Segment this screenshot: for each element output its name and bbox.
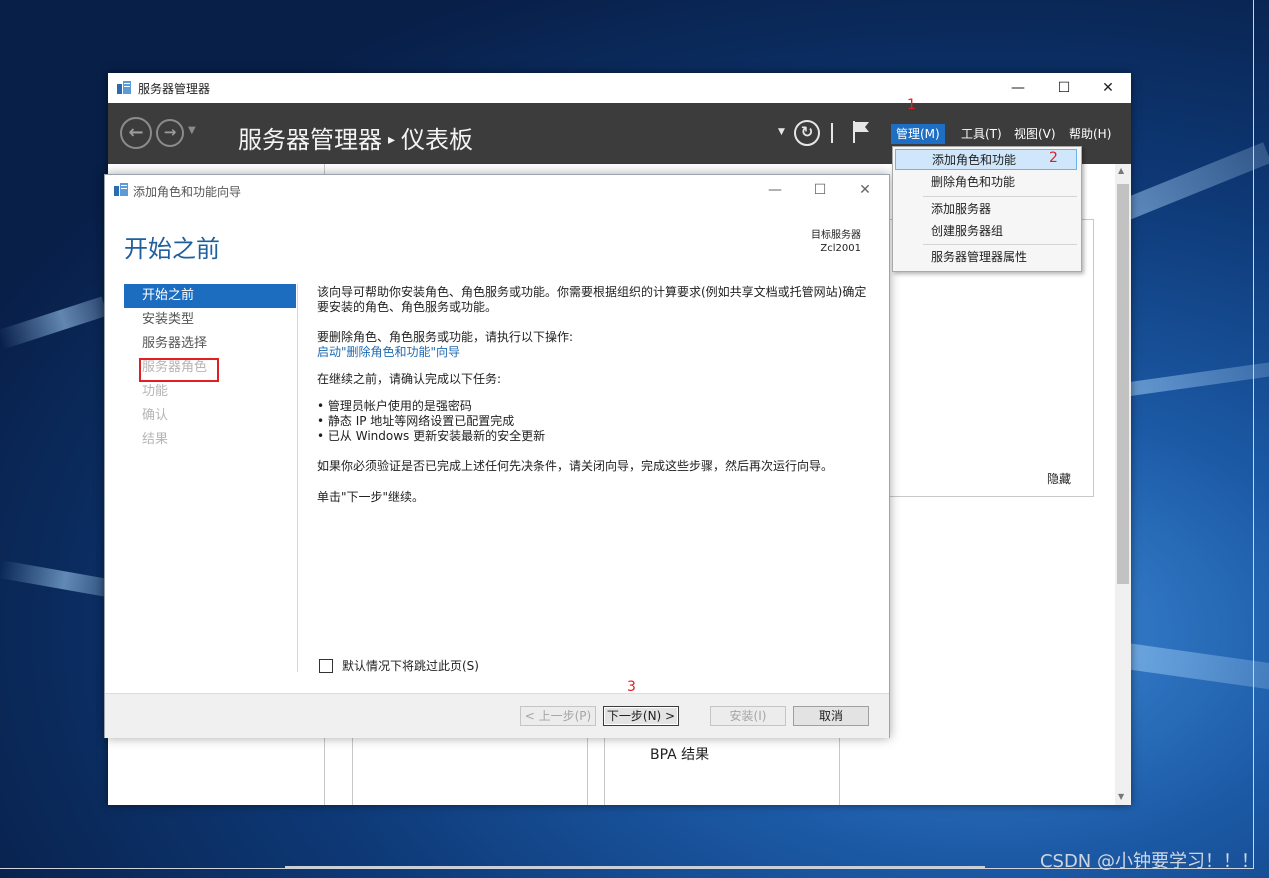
install-button[interactable]: 安装(I) [710,706,786,726]
server-manager-icon [117,81,131,94]
add-roles-wizard: 添加角色和功能向导 — ☐ ✕ 开始之前 目标服务器 Zcl2001 开始之前 … [104,174,890,738]
remove-instruction: 要删除角色、角色服务或功能，请执行以下操作: [317,330,872,345]
wizard-icon [114,183,128,196]
continue-instruction: 单击"下一步"继续。 [317,490,872,505]
list-item: • 静态 IP 地址等网络设置已配置完成 [317,414,872,429]
wizard-maximize-button[interactable]: ☐ [797,175,843,205]
dropdown-icon[interactable]: ▼ [778,127,785,137]
next-button[interactable]: 下一步(N) > [603,706,679,726]
flag-icon[interactable] [852,120,870,144]
breadcrumb-current: 仪表板 [401,126,473,154]
menu-item-properties[interactable]: 服务器管理器属性 [895,247,1077,268]
menu-view[interactable]: 视图(V) [1009,124,1061,144]
close-button[interactable]: ✕ [1085,73,1131,103]
window-title: 服务器管理器 [138,80,210,97]
taskbar-edge [285,866,985,868]
scrollbar-thumb[interactable] [1117,184,1129,584]
title-bar: 服务器管理器 — ☐ ✕ [108,73,1131,103]
intro-paragraph: 该向导可帮助你安装角色、角色服务或功能。你需要根据组织的计算要求(例如共享文档或… [317,285,872,315]
menu-item-add-servers[interactable]: 添加服务器 [895,199,1077,220]
menu-item-remove-roles[interactable]: 删除角色和功能 [895,172,1077,193]
nav-installation-type[interactable]: 安装类型 [124,308,296,332]
prerequisites-heading: 在继续之前，请确认完成以下任务: [317,372,872,387]
scroll-down-icon[interactable]: ▼ [1118,792,1124,801]
wizard-footer: < 上一步(P) 下一步(N) > 安装(I) 取消 [105,693,889,738]
nav-confirmation: 确认 [124,404,296,428]
menu-manage[interactable]: 管理(M) [891,124,945,144]
menu-tools[interactable]: 工具(T) [956,124,1007,144]
wizard-title: 添加角色和功能向导 [133,183,241,200]
wizard-minimize-button[interactable]: — [752,175,798,205]
target-server-label: 目标服务器 [811,229,861,242]
wizard-heading: 开始之前 [124,229,220,264]
breadcrumb-separator-icon: ▸ [388,132,395,148]
remove-wizard-link[interactable]: 启动"删除角色和功能"向导 [317,345,460,360]
minimize-button[interactable]: — [995,73,1041,103]
forward-icon[interactable]: → [156,119,184,147]
breadcrumb: 服务器管理器 ▸ 仪表板 [238,120,473,155]
menu-separator [923,244,1077,245]
target-server: 目标服务器 Zcl2001 [811,229,861,255]
bpa-results-label[interactable]: BPA 结果 [650,744,709,764]
annotation-1: 1 [907,97,916,113]
nav-before-you-begin[interactable]: 开始之前 [124,284,296,308]
wizard-close-button[interactable]: ✕ [842,175,888,205]
menu-item-create-server-group[interactable]: 创建服务器组 [895,221,1077,242]
annotation-2: 2 [1049,150,1058,166]
vertical-scrollbar[interactable]: ▲ ▼ [1115,164,1131,805]
prerequisites-list: • 管理员帐户使用的是强密码 • 静态 IP 地址等网络设置已配置完成 • 已从… [317,399,872,444]
skip-page-label[interactable]: 默认情况下将跳过此页(S) [342,657,479,674]
annotation-highlight-box [139,358,219,382]
target-server-value: Zcl2001 [811,242,861,255]
hide-link[interactable]: 隐藏 [1047,470,1071,487]
skip-page-checkbox[interactable] [319,659,333,673]
menu-separator [923,196,1077,197]
header-divider [831,123,833,143]
manage-dropdown-menu: 添加角色和功能 2 删除角色和功能 添加服务器 创建服务器组 服务器管理器属性 [892,146,1082,272]
nav-server-selection[interactable]: 服务器选择 [124,332,296,356]
list-item: • 已从 Windows 更新安装最新的安全更新 [317,429,872,444]
list-item: • 管理员帐户使用的是强密码 [317,399,872,414]
nav-features: 功能 [124,380,296,404]
verify-paragraph: 如果你必须验证是否已完成上述任何先决条件，请关闭向导，完成这些步骤，然后再次运行… [317,459,872,474]
scroll-up-icon[interactable]: ▲ [1118,166,1124,175]
nav-results: 结果 [124,428,296,452]
watermark: CSDN @小钟要学习！！！ [1040,847,1259,873]
maximize-button[interactable]: ☐ [1041,73,1087,103]
back-icon[interactable]: ← [120,117,152,149]
nav-divider [297,284,298,672]
refresh-icon[interactable]: ↻ [794,120,820,146]
cancel-button[interactable]: 取消 [793,706,869,726]
breadcrumb-root[interactable]: 服务器管理器 [238,126,382,154]
previous-button[interactable]: < 上一步(P) [520,706,596,726]
history-dropdown-icon[interactable]: ▼ [188,125,196,136]
menu-help[interactable]: 帮助(H) [1064,124,1116,144]
